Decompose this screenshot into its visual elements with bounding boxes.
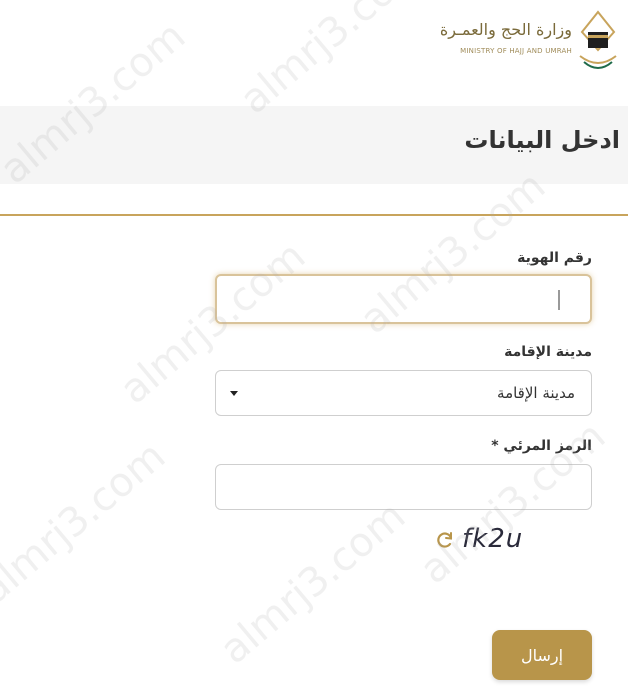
divider (0, 214, 628, 216)
captcha-code: fk2u (462, 524, 524, 554)
header: وزارة الحج والعمـرة MINISTRY OF HAJJ AND… (0, 0, 628, 100)
text-cursor (558, 290, 560, 310)
ministry-emblem-icon (579, 10, 617, 69)
page-title: ادخل البيانات (464, 126, 620, 154)
id-number-input[interactable] (215, 274, 592, 324)
caret-down-icon (230, 391, 238, 396)
watermark-text: almrj3.com (211, 492, 415, 674)
city-selected-value: مدينة الإقامة (497, 384, 575, 402)
captcha-label: الرمز المرئي * (491, 438, 592, 454)
ministry-name-english: MINISTRY OF HAJJ AND UMRAH (460, 47, 572, 55)
id-number-label: رقم الهوية (517, 250, 592, 266)
watermark-text: almrj3.com (0, 432, 175, 614)
ministry-name-arabic: وزارة الحج والعمـرة (439, 20, 572, 39)
captcha-input[interactable] (215, 464, 592, 510)
city-select[interactable]: مدينة الإقامة (215, 370, 592, 416)
submit-button[interactable]: إرسال (492, 630, 592, 680)
refresh-icon[interactable] (436, 530, 454, 550)
city-label: مدينة الإقامة (504, 344, 592, 360)
